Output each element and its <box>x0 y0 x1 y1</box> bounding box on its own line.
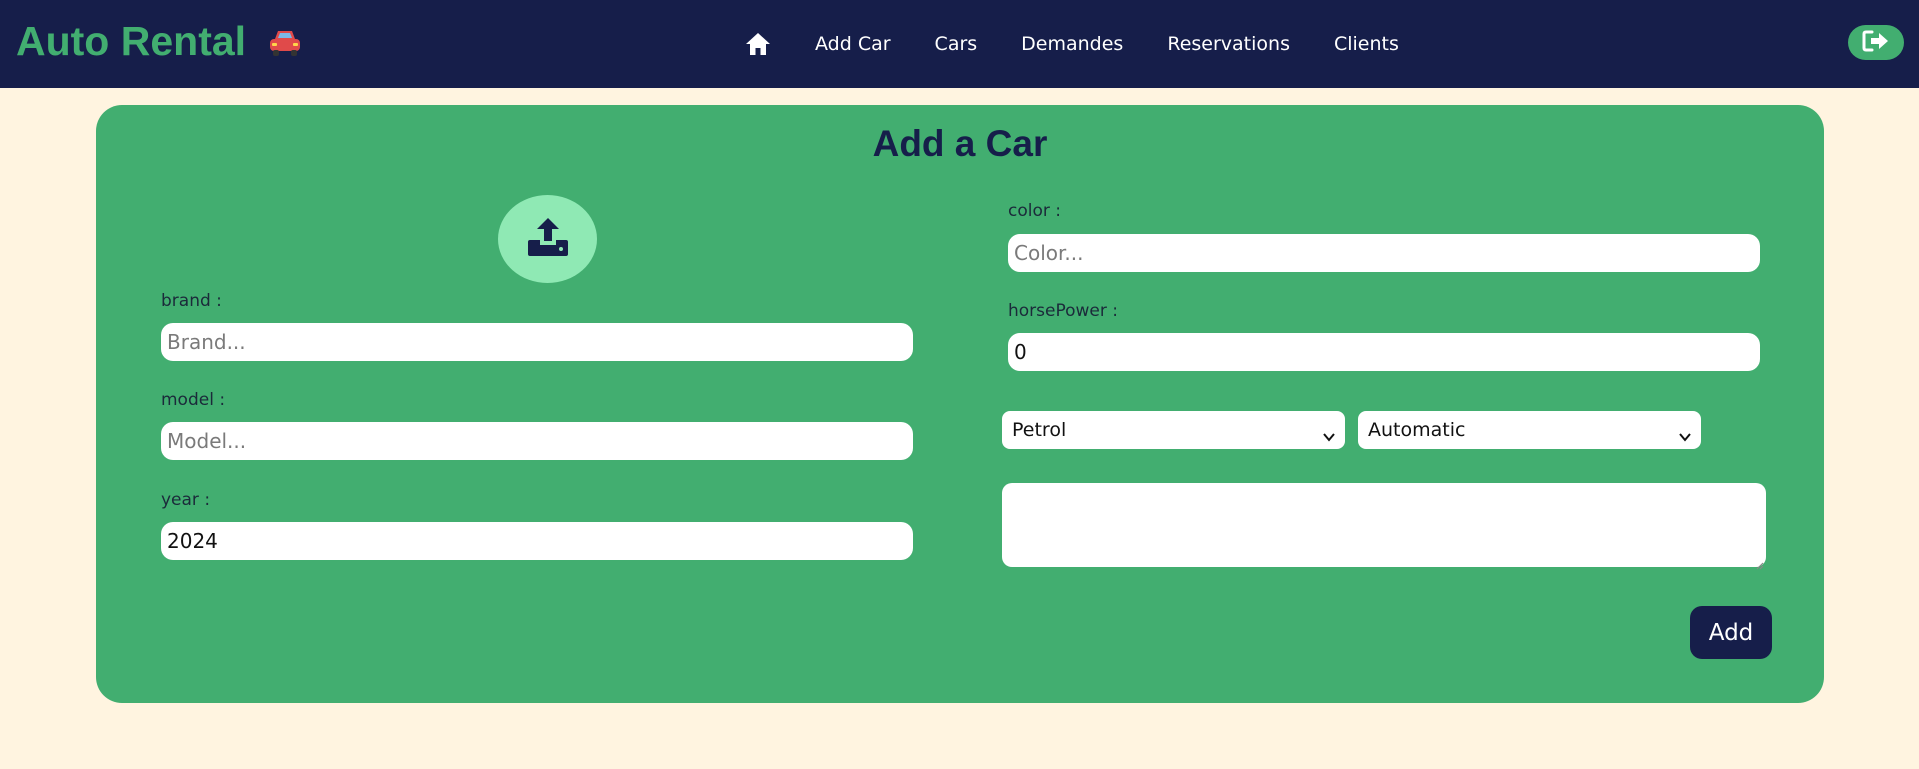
horsepower-input[interactable] <box>1008 333 1760 371</box>
chevron-down-icon <box>1323 425 1335 442</box>
fuel-type-value: Petrol <box>1012 419 1067 441</box>
brand[interactable]: Auto Rental <box>16 18 304 65</box>
form-title: Add a Car <box>872 123 1048 164</box>
brand-title: Auto Rental <box>16 18 247 64</box>
add-car-form: Add a Car brand : model : year : color :… <box>96 105 1824 703</box>
chevron-down-icon <box>1679 425 1691 442</box>
nav-add-car[interactable]: Add Car <box>815 33 891 55</box>
upload-icon <box>526 216 570 262</box>
nav-clients[interactable]: Clients <box>1334 33 1399 55</box>
resize-handle-icon[interactable] <box>1754 555 1764 570</box>
transmission-value: Automatic <box>1368 419 1466 441</box>
add-button[interactable]: Add <box>1690 606 1772 659</box>
car-icon <box>266 27 304 57</box>
year-input[interactable] <box>161 522 913 560</box>
year-label: year : <box>161 490 211 510</box>
image-upload-button[interactable] <box>498 195 597 283</box>
top-navbar: Auto Rental Add Car Cars Demandes Reserv… <box>0 0 1919 88</box>
nav-links: Add Car Cars Demandes Reservations Clien… <box>745 26 1443 62</box>
color-label: color : <box>1008 201 1061 221</box>
description-textarea[interactable] <box>1002 483 1766 570</box>
nav-cars[interactable]: Cars <box>935 33 978 55</box>
home-icon[interactable] <box>745 31 771 57</box>
sign-out-icon <box>1862 29 1890 57</box>
transmission-select[interactable]: Automatic <box>1358 411 1701 449</box>
nav-reservations[interactable]: Reservations <box>1167 33 1290 55</box>
brand-input[interactable] <box>161 323 913 361</box>
color-input[interactable] <box>1008 234 1760 272</box>
horsepower-label: horsePower : <box>1008 301 1119 321</box>
model-label: model : <box>161 390 226 410</box>
brand-label: brand : <box>161 291 222 311</box>
nav-demandes[interactable]: Demandes <box>1021 33 1123 55</box>
model-input[interactable] <box>161 422 913 460</box>
fuel-type-select[interactable]: Petrol <box>1002 411 1345 449</box>
logout-button[interactable] <box>1848 25 1904 60</box>
